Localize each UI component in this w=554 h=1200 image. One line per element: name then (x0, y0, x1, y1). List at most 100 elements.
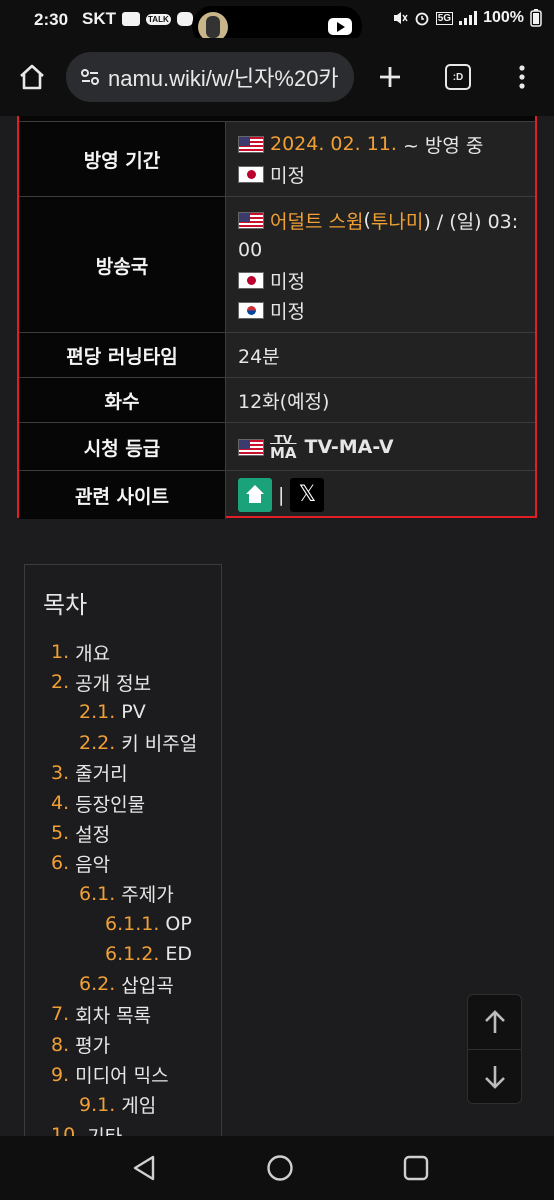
nav-recents-button[interactable] (396, 1148, 436, 1188)
toc-item-number-link[interactable]: 5. (51, 822, 69, 844)
infobox-row-rating: 시청 등급 TV MA TV-MA-V (19, 422, 535, 471)
station-jp-line: 미정 (238, 265, 535, 295)
toc-item: 6.1. 주제가 (25, 879, 221, 909)
station-kr-line: 미정 (238, 295, 535, 325)
more-vertical-icon (519, 65, 525, 89)
notification-icons: SKT TALK (82, 9, 193, 29)
toc-item-label: 공개 정보 (75, 672, 152, 695)
infobox-value: 어덜트 스윔 ( 투나미 ) / (일) 03: 00 미정 미정 (226, 197, 535, 333)
home-icon (20, 64, 44, 90)
toc-item-number-link[interactable]: 9.1. (79, 1094, 115, 1116)
tab-switcher-button[interactable]: :D (436, 55, 480, 99)
tv-rating-logo: TV MA (270, 434, 297, 461)
new-tab-button[interactable] (368, 55, 412, 99)
toc-list: 1. 개요 2. 공개 정보 2.1. PV 2.2. 키 비주얼 3. 줄거리 4. 등장인물 5. 설… (25, 637, 221, 1150)
toc-item-label: 회차 목록 (75, 1004, 152, 1027)
battery-percent: 100% (483, 9, 524, 26)
toc-item-number-link[interactable]: 6. (51, 852, 69, 874)
toc-item: 2. 공개 정보 (25, 667, 221, 697)
toc-item-number-link[interactable]: 4. (51, 792, 69, 814)
toc-item: 6.2. 삽입곡 (25, 969, 221, 999)
runtime-value: 24분 (238, 346, 280, 368)
url-text: namu.wiki/w/닌자%20카 (108, 66, 339, 91)
home-button[interactable] (10, 55, 54, 99)
infobox-row-airing: 방영 기간 2024. 02. 11. ~ 방영 중 미정 (19, 121, 535, 197)
system-navigation-bar (0, 1136, 554, 1200)
station-kr-text: 미정 (270, 300, 305, 323)
infobox-row-sites: 관련 사이트 | 𝕏 (19, 470, 535, 519)
infobox-key: 편당 러닝타임 (19, 333, 226, 378)
site-settings-icon (81, 69, 99, 85)
toc-item-number-link[interactable]: 3. (51, 762, 69, 784)
carrier-label: SKT (82, 9, 116, 28)
status-bar: 2:30 SKT TALK 5G 100% (0, 0, 554, 46)
clock: 2:30 (34, 10, 69, 29)
infobox-value: 12화(예정) (226, 378, 535, 423)
toc-item: 3. 줄거리 (25, 758, 221, 788)
sites-line: | 𝕏 (238, 471, 535, 519)
jp-flag-icon (238, 165, 264, 183)
signal-icon (459, 11, 478, 25)
toc-item-label: OP (165, 912, 192, 935)
infobox-key: 시청 등급 (19, 423, 226, 471)
rating-value: TV-MA-V (304, 436, 394, 458)
infobox-key: 관련 사이트 (19, 471, 226, 519)
table-of-contents: 목차 1. 개요 2. 공개 정보 2.1. PV 2.2. 키 비주얼 3. 줄거리 4. 등장인물… (24, 564, 222, 1164)
infobox-key: 방송국 (19, 197, 226, 333)
menu-button[interactable] (500, 55, 544, 99)
airing-date-link[interactable]: 2024. 02. 11. (270, 133, 397, 155)
infobox-value: 24분 (226, 333, 535, 378)
toc-item-number-link[interactable]: 6.2. (79, 973, 115, 995)
toc-item-number-link[interactable]: 6.1.1. (105, 913, 159, 935)
plus-icon (380, 67, 400, 87)
nav-back-button[interactable] (124, 1148, 164, 1188)
toc-item: 5. 설정 (25, 818, 221, 848)
kr-flag-icon (238, 301, 264, 319)
toc-item: 6.1.1. OP (25, 909, 221, 939)
station-jp-text: 미정 (270, 270, 305, 293)
sites-separator: | (278, 484, 285, 506)
toc-item-number-link[interactable]: 1. (51, 641, 69, 663)
toc-item-number-link[interactable]: 2. (51, 671, 69, 693)
official-site-home-icon[interactable] (238, 478, 272, 512)
infobox-value: | 𝕏 (226, 471, 535, 519)
toc-item-number-link[interactable]: 9. (51, 1064, 69, 1086)
infobox-row-episodes: 화수 12화(예정) (19, 377, 535, 423)
adult-swim-link[interactable]: 어덜트 스윔 (270, 207, 363, 234)
toc-item-label: 키 비주얼 (121, 733, 198, 756)
us-flag-icon (238, 438, 264, 456)
infobox-key: 화수 (19, 378, 226, 423)
toc-title: 목차 (43, 591, 88, 619)
network-type: 5G (435, 11, 454, 25)
nav-home-button[interactable] (260, 1148, 300, 1188)
kakaotalk-notification-icon: TALK (146, 13, 171, 25)
toc-item-number-link[interactable]: 2.1. (79, 701, 115, 723)
scroll-top-button[interactable] (468, 995, 521, 1049)
arrow-down-icon (484, 1066, 505, 1089)
back-triangle-icon (133, 1155, 155, 1181)
toc-item-label: 음악 (75, 853, 111, 876)
toc-item-number-link[interactable]: 6.1. (79, 883, 115, 905)
toc-item: 9.1. 게임 (25, 1090, 221, 1120)
toc-item: 2.1. PV (25, 697, 221, 727)
airing-us-line: 2024. 02. 11. ~ 방영 중 (238, 129, 535, 159)
x-twitter-icon[interactable]: 𝕏 (290, 478, 325, 512)
airing-jp-line: 미정 (238, 159, 535, 189)
tab-count: :D (445, 64, 471, 90)
toc-item-label: ED (165, 942, 193, 965)
toc-item: 9. 미디어 믹스 (25, 1060, 221, 1090)
toc-item-number-link[interactable]: 6.1.2. (105, 943, 159, 965)
infobox-row-runtime: 편당 러닝타임 24분 (19, 332, 535, 378)
station-us-time-cont: 00 (238, 239, 263, 261)
us-flag-icon (238, 135, 264, 153)
toc-item-number-link[interactable]: 8. (51, 1034, 69, 1056)
address-bar[interactable]: namu.wiki/w/닌자%20카 (66, 52, 354, 102)
paren-open: ( (363, 209, 371, 231)
toonami-link[interactable]: 투나미 (371, 207, 423, 234)
toc-item: 7. 회차 목록 (25, 999, 221, 1029)
toc-item-number-link[interactable]: 2.2. (79, 732, 115, 754)
scroll-bottom-button[interactable] (468, 1050, 521, 1104)
toc-item-number-link[interactable]: 7. (51, 1003, 69, 1025)
system-icons: 5G 100% (392, 9, 542, 27)
toc-item: 6. 음악 (25, 848, 221, 878)
